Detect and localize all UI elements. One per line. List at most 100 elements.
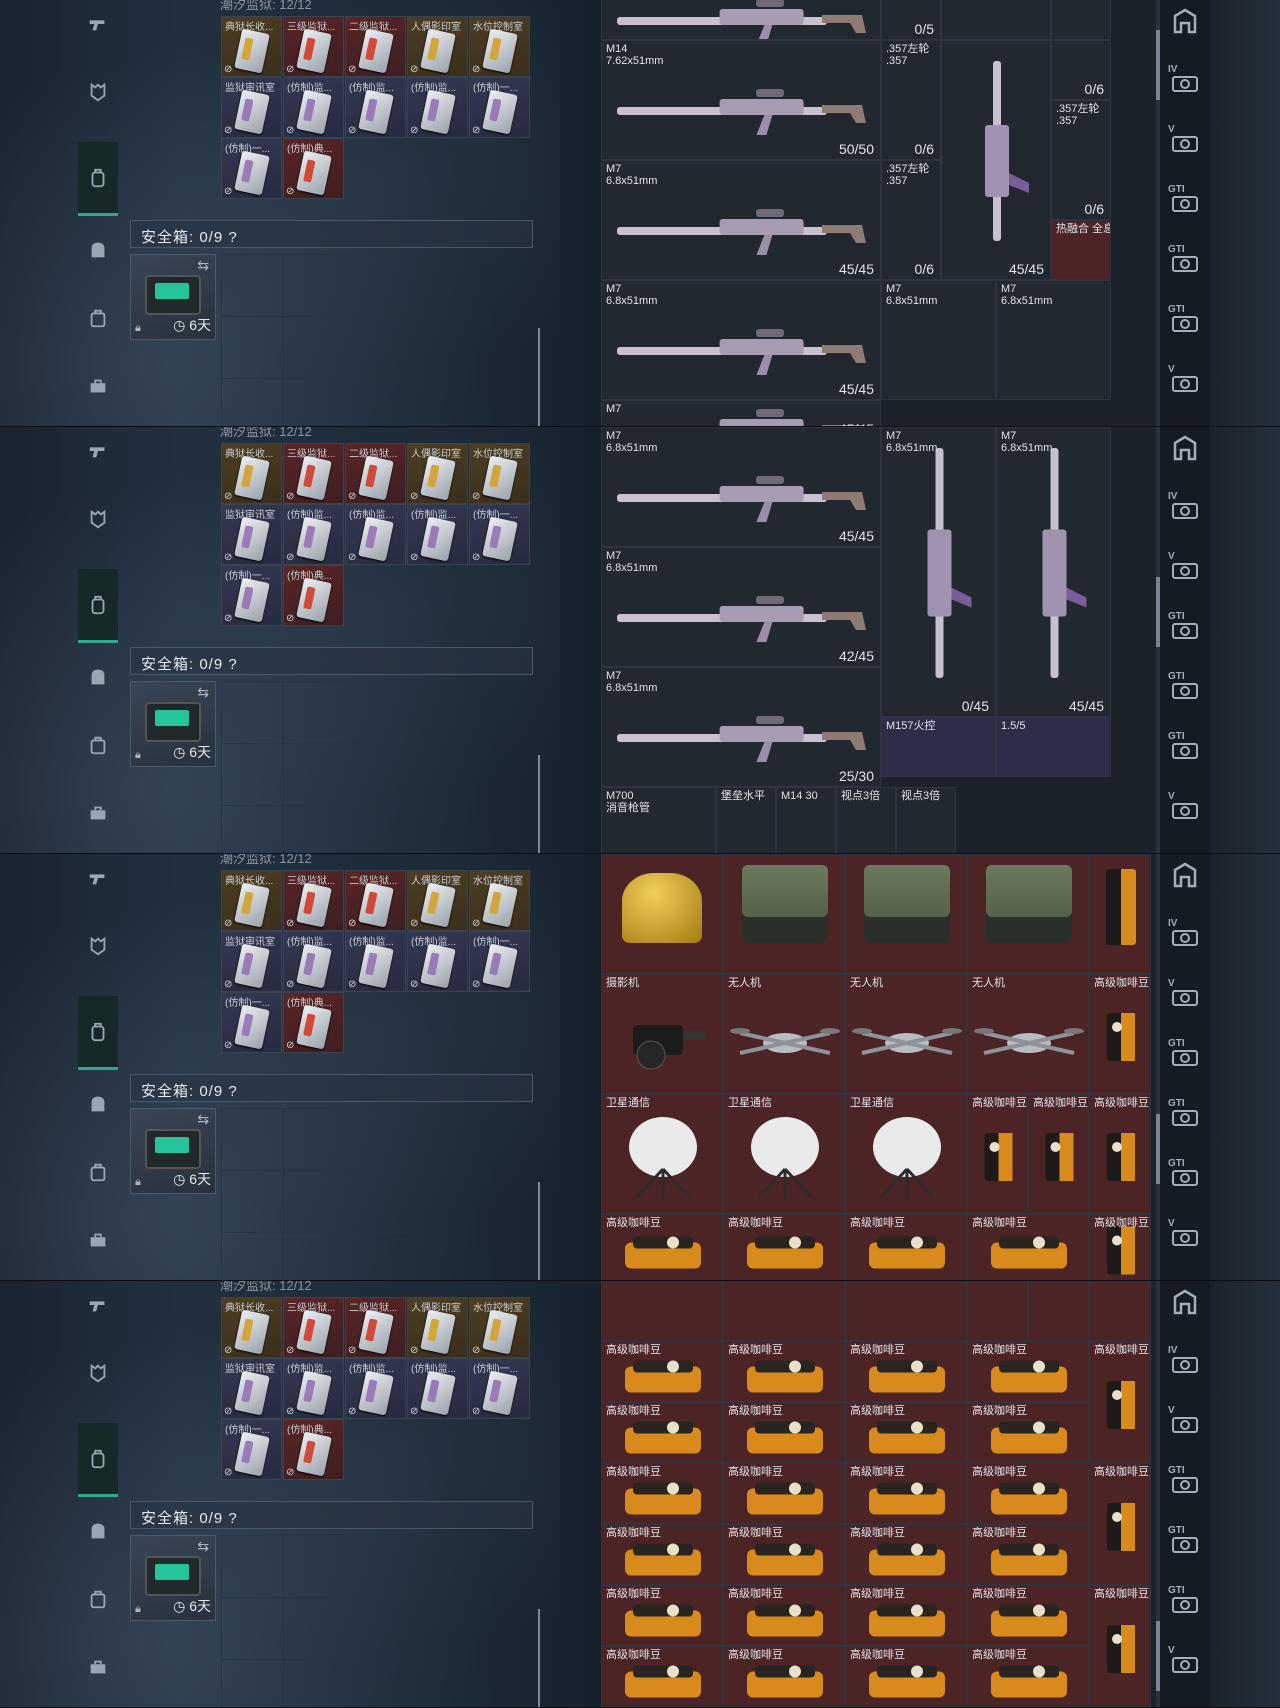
case-tab[interactable]	[78, 1579, 118, 1619]
stash-item[interactable]: M700 消音枪管	[601, 787, 716, 853]
keycard-slot[interactable]: 典狱长收... ⊘	[221, 870, 282, 931]
stash-tab[interactable]: V	[1168, 124, 1202, 158]
stash-tab[interactable]: GTI	[1168, 304, 1202, 338]
toolbox-tab[interactable]	[78, 793, 118, 833]
stash-item[interactable]: 45/45	[941, 40, 1051, 280]
stash-item[interactable]: 高级咖啡豆	[723, 1463, 845, 1524]
backpack-tab[interactable]	[78, 142, 118, 216]
stash-item[interactable]: 高级咖啡豆	[1028, 1094, 1089, 1214]
stash-item[interactable]: .357	[1051, 0, 1111, 40]
keycard-slot[interactable]: 人偶影印室 ⊘	[407, 16, 468, 77]
keycard-slot[interactable]: (仿制)监... ⊘	[283, 504, 344, 565]
stash-tab[interactable]: GTI	[1168, 1465, 1202, 1499]
armor-tab[interactable]	[78, 926, 118, 966]
toolbox-tab[interactable]	[78, 1647, 118, 1687]
stash-item[interactable]: .357左轮 .357 0/6	[881, 160, 941, 280]
stash-item[interactable]	[1089, 854, 1151, 974]
stash-tab[interactable]: GTI	[1168, 671, 1202, 705]
stash-item[interactable]: 高级咖啡豆	[1089, 1341, 1151, 1463]
stash-item[interactable]	[845, 1281, 967, 1341]
keycard-slot[interactable]: (仿制)一... ⊘	[469, 504, 530, 565]
stash-tab[interactable]: V	[1168, 364, 1202, 398]
stash-tab[interactable]: V	[1168, 978, 1202, 1012]
stash-item[interactable]: 高级咖啡豆	[723, 1646, 845, 1707]
keycard-slot[interactable]: 三级监狱... ⊘	[283, 443, 344, 504]
stash-item[interactable]: 高级咖啡豆	[1089, 1214, 1151, 1280]
stash-item[interactable]: 高级咖啡豆	[601, 1585, 723, 1646]
toolbox-tab[interactable]	[78, 1220, 118, 1260]
keycard-slot[interactable]: (仿制)监... ⊘	[407, 931, 468, 992]
keycard-slot[interactable]: 三级监狱... ⊘	[283, 16, 344, 77]
stash-item[interactable]: 高级咖啡豆	[845, 1585, 967, 1646]
stash-item[interactable]: 高级咖啡豆	[601, 1463, 723, 1524]
stash-tab[interactable]	[1168, 1285, 1202, 1319]
stash-tab[interactable]: GTI	[1168, 184, 1202, 218]
stash-item[interactable]: 高级咖啡豆	[845, 1341, 967, 1402]
stash-item[interactable]: M14 7.62x51mm 50/50	[601, 40, 881, 160]
swap-icon[interactable]: ⇆	[197, 1111, 209, 1128]
keycard-slot[interactable]: (仿制)一... ⊘	[221, 565, 282, 626]
keycard-slot[interactable]: 二级监狱... ⊘	[345, 443, 406, 504]
swap-icon[interactable]: ⇆	[197, 684, 209, 701]
keycard-slot[interactable]: (仿制)监... ⊘	[345, 504, 406, 565]
armor-tab[interactable]	[78, 499, 118, 539]
keycard-slot[interactable]: (仿制)监... ⊘	[407, 1358, 468, 1419]
keycard-slot[interactable]: 监狱审讯室 ⊘	[221, 931, 282, 992]
stash-item[interactable]: M7 6.8x51mm	[996, 280, 1111, 400]
stash-item[interactable]: M14 30	[776, 787, 836, 853]
safe-box-item[interactable]: ⇆ 🔒︎ ◷ 6天	[130, 1535, 216, 1621]
stash-tab[interactable]: V	[1168, 551, 1202, 585]
stash-item[interactable]: 高级咖啡豆	[845, 1463, 967, 1524]
stash-item[interactable]: 高级咖啡豆	[845, 1402, 967, 1463]
keycard-slot[interactable]: (仿制)一... ⊘	[469, 77, 530, 138]
stash-item[interactable]	[723, 854, 845, 974]
armor-tab[interactable]	[78, 72, 118, 112]
stash-item[interactable]	[967, 1281, 1028, 1341]
keycard-slot[interactable]: 二级监狱... ⊘	[345, 1297, 406, 1358]
keycard-slot[interactable]: 三级监狱... ⊘	[283, 870, 344, 931]
stash-item[interactable]	[967, 854, 1089, 974]
keycard-slot[interactable]: (仿制)一... ⊘	[221, 992, 282, 1053]
stash-item[interactable]: 高级咖啡豆	[723, 1402, 845, 1463]
stash-item[interactable]: M157火控	[881, 717, 996, 777]
stash-tab[interactable]: V	[1168, 791, 1202, 825]
keycard-slot[interactable]: (仿制)监... ⊘	[345, 931, 406, 992]
stash-item[interactable]: 0/6	[1051, 40, 1111, 100]
keycard-slot[interactable]: 二级监狱... ⊘	[345, 16, 406, 77]
stash-item[interactable]: 高级咖啡豆	[845, 1524, 967, 1585]
stash-item[interactable]: 1.5/5	[996, 717, 1111, 777]
stash-item[interactable]: M7 6.8x51mm 0/45	[881, 427, 996, 717]
stash-item[interactable]: 高级咖啡豆	[1089, 1094, 1151, 1214]
stash-tab[interactable]: GTI	[1168, 1038, 1202, 1072]
keycard-slot[interactable]: 人偶影印室 ⊘	[407, 443, 468, 504]
pistol-tab[interactable]	[78, 1285, 118, 1325]
stash-item[interactable]: 高级咖啡豆	[723, 1341, 845, 1402]
stash-tab[interactable]: GTI	[1168, 1158, 1202, 1192]
keycard-slot[interactable]: (仿制)监... ⊘	[407, 77, 468, 138]
keycard-slot[interactable]: (仿制)一... ⊘	[469, 1358, 530, 1419]
keycard-slot[interactable]: 典狱长收... ⊘	[221, 16, 282, 77]
keycard-slot[interactable]: (仿制)一... ⊘	[221, 138, 282, 199]
backpack-tab[interactable]	[78, 996, 118, 1070]
stash-tab[interactable]: GTI	[1168, 1585, 1202, 1619]
keycard-slot[interactable]: (仿制)典... ⊘	[283, 565, 344, 626]
stash-item[interactable]: 热融合 全息	[1051, 220, 1111, 280]
stash-item[interactable]: 视点3倍	[836, 787, 896, 853]
stash-item[interactable]: 视点3倍	[896, 787, 956, 853]
case-tab[interactable]	[78, 298, 118, 338]
safe-box-item[interactable]: ⇆ 🔒︎ ◷ 6天	[130, 254, 216, 340]
stash-tab[interactable]	[1168, 431, 1202, 465]
stash-item[interactable]	[1028, 1281, 1089, 1341]
stash-tab[interactable]: GTI	[1168, 731, 1202, 765]
stash-item[interactable]: 高级咖啡豆	[967, 1646, 1089, 1707]
keycard-slot[interactable]: 典狱长收... ⊘	[221, 1297, 282, 1358]
stash-item[interactable]: .357左轮 .357 0/6	[881, 40, 941, 160]
keycard-slot[interactable]: 人偶影印室 ⊘	[407, 1297, 468, 1358]
stash-item[interactable]: 0/5	[881, 0, 941, 40]
keycard-slot[interactable]: 监狱审讯室 ⊘	[221, 1358, 282, 1419]
stash-item[interactable]: .338 LM	[601, 0, 881, 40]
keycard-slot[interactable]: (仿制)监... ⊘	[407, 504, 468, 565]
keycard-slot[interactable]: 水位控制室 ⊘	[469, 443, 530, 504]
keycard-slot[interactable]: 水位控制室 ⊘	[469, 870, 530, 931]
stash-item[interactable]: 6.8x51mm	[941, 0, 1051, 40]
